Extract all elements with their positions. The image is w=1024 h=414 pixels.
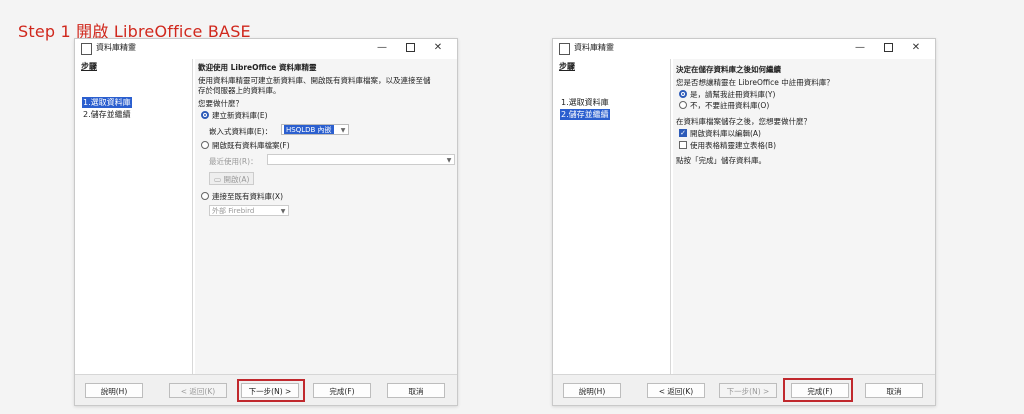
next-highlight-box <box>237 379 305 402</box>
open-existing-label: 開啟既有資料庫檔案(F) <box>212 141 290 150</box>
cancel-button[interactable]: 取消 <box>865 383 923 398</box>
steps-sidebar: 步驟 1.選取資料庫 2.儲存並繼續 <box>78 59 193 375</box>
question-label: 您要做什麼？ <box>198 99 243 108</box>
back-button[interactable]: < 返回(K) <box>169 383 227 398</box>
register-question: 您是否想讓精靈在 LibreOffice 中註冊資料庫？ <box>676 78 834 87</box>
sidebar-item-save-proceed[interactable]: 2.儲存並繼續 <box>82 109 132 120</box>
open-button-label: 開啟(A) <box>223 175 250 184</box>
maximize-icon <box>405 42 415 52</box>
cancel-button[interactable]: 取消 <box>387 383 445 398</box>
register-yes-radio[interactable] <box>679 90 687 98</box>
finish-highlight-box <box>783 378 853 402</box>
create-database-radio[interactable] <box>201 111 209 119</box>
back-button[interactable]: < 返回(K) <box>647 383 705 398</box>
connect-existing-label: 連接至既有資料庫(X) <box>212 192 283 201</box>
maximize-icon <box>883 42 893 52</box>
title-bar: 資料庫精靈 — ✕ <box>553 39 935 57</box>
open-for-editing-label: 開啟資料庫以編輯(A) <box>690 129 761 138</box>
open-file-button[interactable]: ▭ 開啟(A) <box>209 172 255 185</box>
content-heading: 歡迎使用 LibreOffice 資料庫精靈 <box>198 63 317 72</box>
help-button[interactable]: 說明(H) <box>563 383 621 398</box>
chevron-down-icon: ▼ <box>446 157 452 164</box>
recent-label: 最近使用(R)： <box>209 157 258 166</box>
recent-files-select[interactable]: ▼ <box>267 154 455 165</box>
steps-header: 步驟 <box>81 62 97 71</box>
create-database-label: 建立新資料庫(E) <box>212 111 268 120</box>
maximize-button[interactable] <box>877 40 899 56</box>
content-heading: 決定在儲存資料庫之後如何繼續 <box>676 65 781 74</box>
database-wizard-window-step1: 資料庫精靈 — ✕ 步驟 1.選取資料庫 2.儲存並繼續 歡迎使用 LibreO… <box>74 38 458 406</box>
wizard-footer: 說明(H) < 返回(K) 下一步(N) > 完成(F) 取消 <box>553 374 935 405</box>
window-title: 資料庫精靈 <box>574 43 614 52</box>
wizard-content: 決定在儲存資料庫之後如何繼續 您是否想讓精靈在 LibreOffice 中註冊資… <box>673 59 935 375</box>
next-button[interactable]: 下一步(N) > <box>719 383 777 398</box>
folder-icon: ▭ <box>214 175 222 184</box>
database-wizard-window-step2: 資料庫精靈 — ✕ 步驟 1.選取資料庫 2.儲存並繼續 決定在儲存資料庫之後如… <box>552 38 936 406</box>
document-icon <box>81 43 92 55</box>
open-for-editing-checkbox[interactable]: ✓ <box>679 129 687 137</box>
minimize-button[interactable]: — <box>371 40 393 56</box>
open-existing-radio[interactable] <box>201 141 209 149</box>
embedded-database-value: HSQLDB 內嵌 <box>284 125 334 134</box>
sidebar-item-save-proceed[interactable]: 2.儲存並繼續 <box>560 109 610 120</box>
connection-type-select[interactable]: 外部 Firebird ▼ <box>209 205 289 216</box>
register-no-radio[interactable] <box>679 101 687 109</box>
register-no-label: 不，不要註冊資料庫(O) <box>690 101 770 110</box>
document-icon <box>559 43 570 55</box>
register-yes-label: 是，請幫我註冊資料庫(Y) <box>690 90 776 99</box>
close-button[interactable]: ✕ <box>905 40 927 56</box>
description-line-2: 存於伺服器上的資料庫。 <box>198 86 281 95</box>
chevron-down-icon: ▼ <box>280 208 286 215</box>
connection-type-value: 外部 Firebird <box>212 207 255 215</box>
create-tables-checkbox[interactable] <box>679 141 687 149</box>
sidebar-item-select-database[interactable]: 1.選取資料庫 <box>82 97 132 108</box>
finish-note: 點按「完成」儲存資料庫。 <box>676 156 766 165</box>
connect-existing-radio[interactable] <box>201 192 209 200</box>
steps-sidebar: 步驟 1.選取資料庫 2.儲存並繼續 <box>556 59 671 375</box>
minimize-button[interactable]: — <box>849 40 871 56</box>
window-title: 資料庫精靈 <box>96 43 136 52</box>
steps-header: 步驟 <box>559 62 575 71</box>
finish-button[interactable]: 完成(F) <box>313 383 371 398</box>
create-tables-label: 使用表格精靈建立表格(B) <box>690 141 776 150</box>
embedded-database-select[interactable]: HSQLDB 內嵌 ▼ <box>281 124 349 135</box>
maximize-button[interactable] <box>399 40 421 56</box>
title-bar: 資料庫精靈 — ✕ <box>75 39 457 57</box>
close-button[interactable]: ✕ <box>427 40 449 56</box>
sidebar-item-select-database[interactable]: 1.選取資料庫 <box>560 97 610 108</box>
wizard-footer: 說明(H) < 返回(K) 下一步(N) > 完成(F) 取消 <box>75 374 457 405</box>
chevron-down-icon: ▼ <box>340 127 346 134</box>
embedded-database-label: 嵌入式資料庫(E)： <box>209 127 273 136</box>
help-button[interactable]: 說明(H) <box>85 383 143 398</box>
after-save-question: 在資料庫檔案儲存之後，您想要做什麼？ <box>676 117 811 126</box>
wizard-content: 歡迎使用 LibreOffice 資料庫精靈 使用資料庫精靈可建立新資料庫、開啟… <box>195 59 457 375</box>
